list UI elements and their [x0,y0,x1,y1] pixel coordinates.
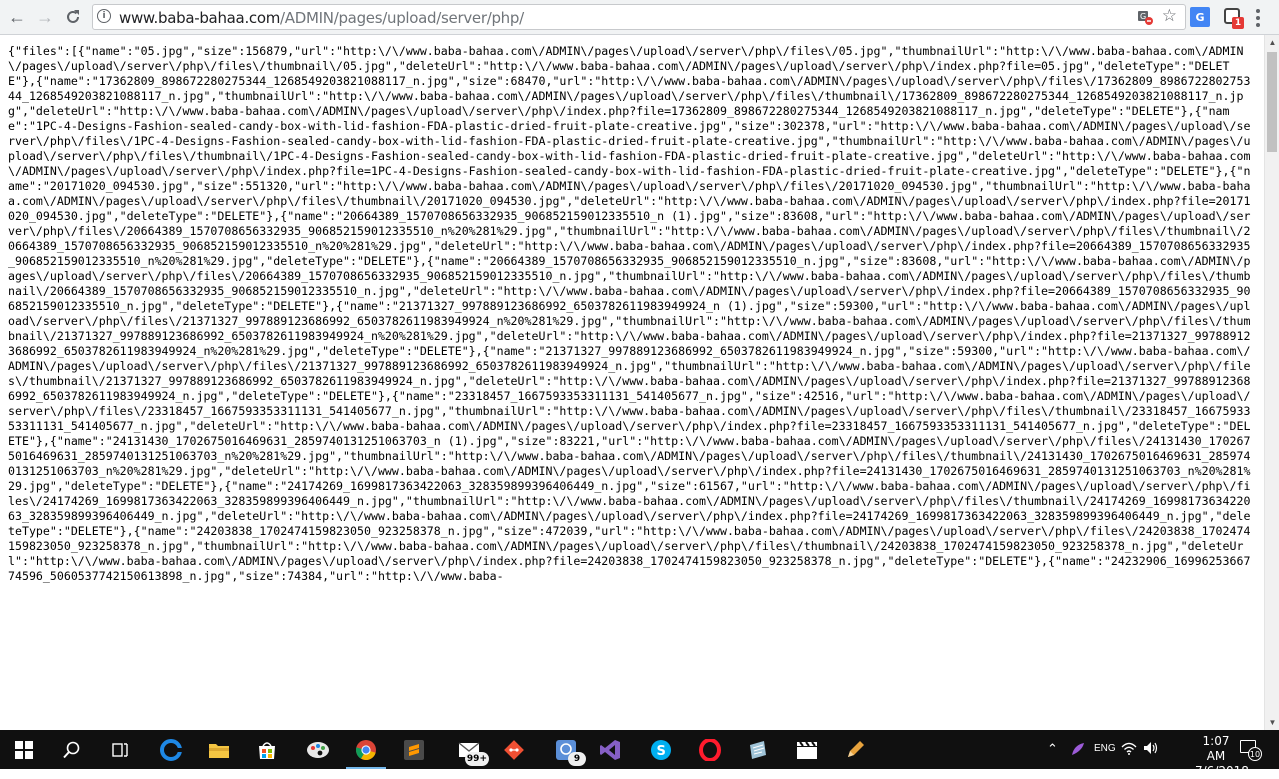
taskbar-pen[interactable] [831,730,879,769]
tray-chevron-up-icon[interactable]: ⌃ [1047,741,1058,757]
taskbar: 99+ 9 S ⌃ ENG 1:07 AM 7/6/2018 10 [0,730,1279,778]
browser-toolbar: ← → i www.baba-bahaa.com/ADMIN/pages/upl… [0,0,1279,35]
taskbar-mail[interactable]: 99+ [445,730,493,769]
clock-date: 7/6/2018 [1195,764,1249,778]
browser-menu-button[interactable] [1256,9,1260,27]
info-icon[interactable]: i [97,9,111,23]
tray-wifi-icon[interactable] [1121,741,1137,759]
taskbar-store[interactable] [243,730,291,769]
start-button[interactable] [0,730,48,769]
store-icon [259,741,275,759]
svg-text:S: S [657,744,666,759]
taskbar-file-explorer[interactable] [195,730,243,769]
address-bar[interactable]: i www.baba-bahaa.com/ADMIN/pages/upload/… [92,4,1186,30]
taskbar-paint[interactable] [294,730,342,769]
scroll-up-arrow-icon[interactable]: ▲ [1265,35,1279,50]
taskbar-skype[interactable]: S [637,730,685,769]
taskbar-visual-studio[interactable] [586,730,634,769]
notification-badge: 1 [1232,17,1244,29]
scrollbar-thumb[interactable] [1267,52,1277,152]
clock-time: 1:07 AM [1202,734,1230,763]
search-icon [63,741,80,758]
chrome-icon [355,739,376,760]
git-icon [504,739,524,760]
page-viewport: {"files":[{"name":"05.jpg","size":156879… [0,35,1264,730]
url-host: www.baba-bahaa.com [119,9,281,27]
taskbar-messenger[interactable]: 9 [542,730,590,769]
windows-logo-icon [15,740,33,759]
sublime-icon [404,739,424,760]
task-view-button[interactable] [96,730,144,769]
translate-extension-icon[interactable]: G [1190,7,1210,27]
tray-ime-icon[interactable]: ENG [1094,741,1116,757]
messenger-badge: 9 [568,752,586,766]
taskbar-sublime[interactable] [390,730,438,769]
tray-volume-icon[interactable] [1143,741,1159,759]
reload-icon [67,10,79,23]
action-center-count: 10 [1248,747,1262,761]
taskbar-clock[interactable]: 1:07 AM 7/6/2018 [1195,734,1249,779]
skype-icon: S [651,739,671,760]
edge-icon [160,738,182,761]
taskbar-chrome[interactable] [342,730,390,769]
taskbar-notes[interactable] [734,730,782,769]
star-icon[interactable]: ☆ [1162,6,1177,26]
url-text[interactable]: www.baba-bahaa.com/ADMIN/pages/upload/se… [119,9,524,27]
notes-icon [750,740,766,759]
taskbar-opera[interactable] [686,730,734,769]
arrow-left-icon: ← [8,7,26,27]
taskbar-search-button[interactable] [48,730,96,769]
taskbar-video[interactable] [783,730,831,769]
url-path: /ADMIN/pages/upload/server/php/ [280,9,524,27]
json-response-text: {"files":[{"name":"05.jpg","size":156879… [8,44,1251,583]
reload-button[interactable] [60,5,86,29]
taskbar-sourcetree[interactable] [490,730,538,769]
vertical-scrollbar[interactable]: ▲ ▼ [1264,35,1279,730]
palette-icon [307,741,329,758]
notification-extension-icon[interactable]: 1 [1222,6,1246,30]
back-button[interactable]: ← [4,5,30,29]
opera-icon [699,738,721,761]
arrow-right-icon: → [36,7,54,27]
tray-feather-icon[interactable] [1070,741,1086,761]
clapperboard-icon [797,740,817,759]
pen-icon [848,740,864,757]
scroll-down-arrow-icon[interactable]: ▼ [1265,715,1279,730]
translate-blocked-icon[interactable]: G [1137,9,1153,25]
taskbar-edge[interactable] [147,730,195,769]
action-center-button[interactable]: 10 [1240,740,1262,761]
folder-icon [209,743,229,758]
mail-badge: 99+ [464,752,489,766]
forward-button[interactable]: → [32,5,58,29]
visual-studio-icon [600,739,620,760]
task-view-icon [112,742,128,757]
